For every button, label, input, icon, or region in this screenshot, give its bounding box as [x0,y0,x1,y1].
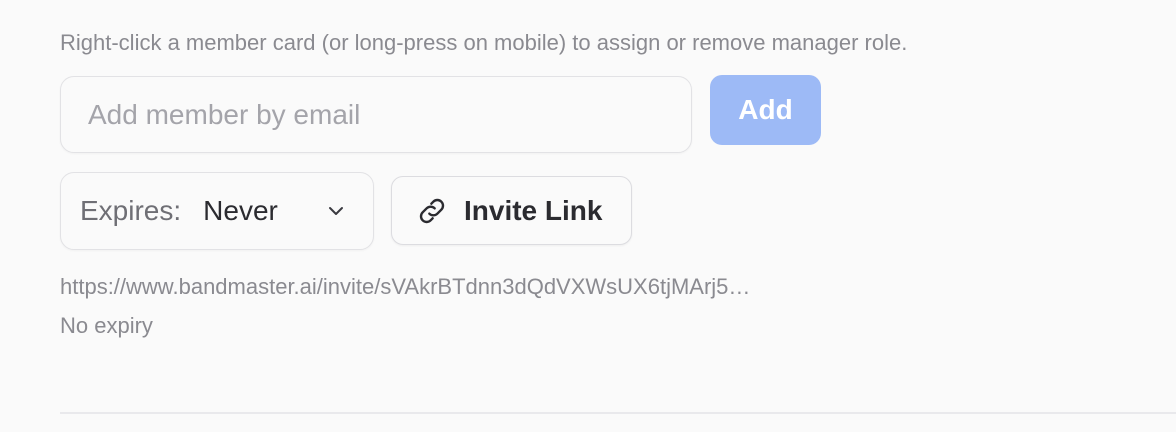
section-divider [60,412,1176,414]
add-member-email-input[interactable] [60,76,692,153]
expires-selected-value: Never [203,195,278,226]
add-member-button[interactable]: Add [710,75,821,145]
expires-select[interactable]: Expires: Never [60,172,374,250]
invite-url-text: https://www.bandmaster.ai/invite/sVAkrBT… [60,274,751,299]
link-icon [419,198,445,223]
invite-link-label: Invite Link [464,194,603,226]
chevron-down-icon [329,207,343,215]
invite-link-button[interactable]: Invite Link [391,176,632,245]
invite-expiry-text: No expiry [60,313,153,338]
manager-role-help-text: Right-click a member card (or long-press… [60,30,908,55]
member-invite-panel: Right-click a member card (or long-press… [0,0,1176,432]
expires-label: Expires: [80,195,182,226]
